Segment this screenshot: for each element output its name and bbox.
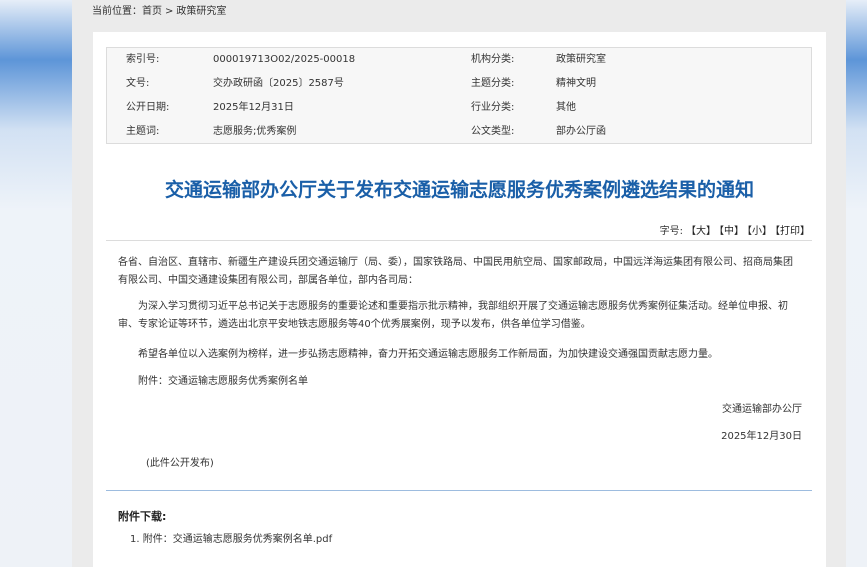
breadcrumb-home-link[interactable]: 首页 [142,6,162,17]
metadata-value: 部办公厅函 [556,126,606,137]
metadata-value: 志愿服务;优秀案例 [213,126,297,137]
breadcrumb: 当前位置：首页 > 政策研究室 [92,5,226,19]
body-paragraph-attachment: 附件：交通运输志愿服务优秀案例名单 [138,376,308,387]
metadata-key: 公文类型: [471,126,515,137]
downloads-heading: 附件下载: [118,510,167,523]
metadata-key: 主题词: [126,126,160,137]
body-paragraph-main: 为深入学习贯彻习近平总书记关于志愿服务的重要论述和重要指示批示精神，我部组织开展… [118,301,788,330]
font-size-label: 字号: [659,226,683,237]
metadata-row: 主题词: 志愿服务;优秀案例 公文类型: 部办公厅函 [107,120,811,144]
metadata-value: 000019713O02/2025-00018 [213,54,356,65]
signature-date: 2025年12月30日 [721,431,802,442]
document-metadata-table: 索引号: 000019713O02/2025-00018 机构分类: 政策研究室… [106,47,812,144]
content-panel: 索引号: 000019713O02/2025-00018 机构分类: 政策研究室… [93,32,826,567]
font-size-small-button[interactable]: 【小】 [747,226,772,237]
metadata-value: 2025年12月31日 [213,102,294,113]
page-title: 交通运输部办公厅关于发布交通运输志愿服务优秀案例遴选结果的通知 [164,179,754,201]
font-size-medium-button[interactable]: 【中】 [719,226,744,237]
metadata-key: 主题分类: [471,78,515,89]
font-size-large-button[interactable]: 【大】 [686,226,716,237]
metadata-key: 行业分类: [471,102,515,113]
metadata-key: 索引号: [126,54,160,65]
breadcrumb-separator: > [165,6,174,17]
breadcrumb-label: 当前位置： [92,6,142,17]
metadata-value: 其他 [556,102,576,113]
metadata-key: 文号: [126,78,150,89]
metadata-row: 公开日期: 2025年12月31日 行业分类: 其他 [107,96,811,120]
metadata-row: 索引号: 000019713O02/2025-00018 机构分类: 政策研究室 [107,48,811,72]
font-size-controls: 字号: 【大】 【中】 【小】 【打印】 [657,222,810,237]
metadata-value: 交办政研函〔2025〕2587号 [213,78,344,89]
body-paragraph-hope: 希望各单位以入选案例为榜样，进一步弘扬志愿精神，奋力开拓交通运输志愿服务工作新局… [138,349,718,360]
signature-organization: 交通运输部办公厅 [722,404,802,415]
metadata-value: 政策研究室 [556,54,606,65]
metadata-key: 公开日期: [126,102,170,113]
divider [106,490,812,491]
metadata-value: 精神文明 [556,78,596,89]
metadata-key: 机构分类: [471,54,515,65]
download-link-attachment[interactable]: 1. 附件：交通运输志愿服务优秀案例名单.pdf [130,530,332,545]
metadata-row: 文号: 交办政研函〔2025〕2587号 主题分类: 精神文明 [107,72,811,96]
publication-note: (此件公开发布) [146,458,214,469]
breadcrumb-current-link[interactable]: 政策研究室 [176,6,226,17]
divider [106,240,812,241]
print-button[interactable]: 【打印】 [775,226,810,237]
body-paragraph-recipients: 各省、自治区、直辖市、新疆生产建设兵团交通运输厅（局、委），国家铁路局、中国民用… [118,257,793,286]
